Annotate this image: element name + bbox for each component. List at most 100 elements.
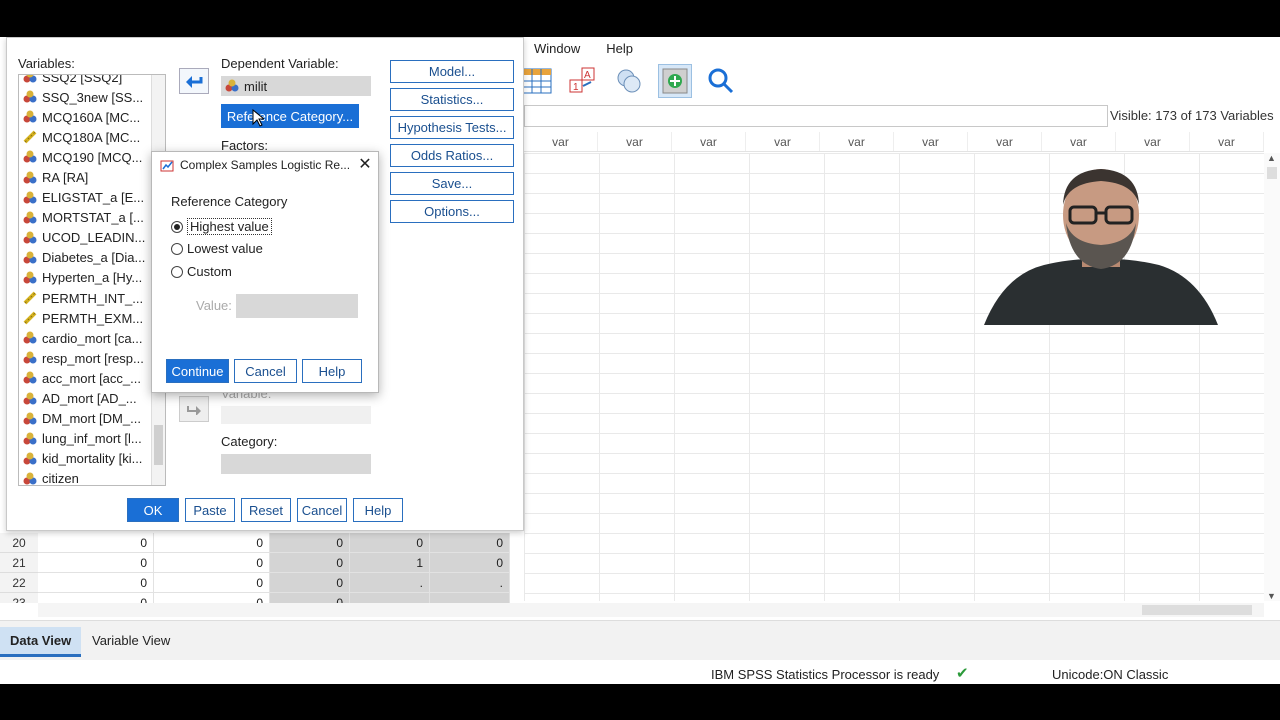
help-button[interactable]: Help — [353, 498, 403, 522]
list-item[interactable]: ELIGSTAT_a [E... — [19, 188, 165, 208]
list-item[interactable]: UCOD_LEADIN... — [19, 228, 165, 248]
scroll-down-icon[interactable]: ▼ — [1267, 591, 1276, 601]
list-item[interactable]: Hyperten_a [Hy... — [19, 268, 165, 288]
cell[interactable]: 0 — [38, 533, 154, 553]
column-header[interactable]: var — [968, 132, 1042, 151]
list-item[interactable]: resp_mort [resp... — [19, 348, 165, 368]
radio-highest[interactable] — [171, 220, 183, 233]
row-number[interactable]: 23 — [0, 593, 38, 603]
list-item[interactable]: SSQ_3new [SS... — [19, 87, 165, 107]
use-sets-icon[interactable] — [612, 64, 646, 98]
list-item[interactable]: citizen — [19, 469, 165, 485]
list-item[interactable]: RA [RA] — [19, 167, 165, 187]
list-item[interactable]: MORTSTAT_a [... — [19, 208, 165, 228]
variable-field[interactable] — [221, 406, 371, 424]
scroll-thumb[interactable] — [1142, 605, 1252, 615]
list-item[interactable]: SSQ2 [SSQ2] — [19, 75, 165, 87]
close-icon[interactable]: ✕ — [356, 154, 374, 174]
row-number[interactable]: 21 — [0, 553, 38, 573]
continue-button[interactable]: Continue — [166, 359, 229, 383]
cell[interactable] — [430, 593, 510, 603]
value-field[interactable] — [236, 294, 358, 318]
list-item[interactable]: PERMTH_EXM... — [19, 308, 165, 328]
cancel-button[interactable]: Cancel — [234, 359, 297, 383]
highest-value-option[interactable]: Highest value — [171, 218, 272, 235]
cell[interactable]: 0 — [430, 553, 510, 573]
list-item[interactable]: DM_mort [DM_... — [19, 409, 165, 429]
custom-option[interactable]: Custom — [171, 264, 232, 279]
list-item[interactable]: MCQ190 [MCQ... — [19, 147, 165, 167]
cell[interactable]: . — [350, 573, 430, 593]
column-header[interactable]: var — [820, 132, 894, 151]
reset-button[interactable]: Reset — [241, 498, 291, 522]
cell[interactable]: 0 — [38, 553, 154, 573]
scroll-thumb[interactable] — [1267, 167, 1277, 179]
paste-button[interactable]: Paste — [185, 498, 235, 522]
cell[interactable]: 0 — [154, 573, 270, 593]
cell[interactable]: 0 — [430, 533, 510, 553]
vertical-scrollbar[interactable]: ▲ ▼ — [1264, 153, 1280, 601]
table-row[interactable]: 22 0 0 0 . . — [0, 573, 512, 593]
table-row[interactable]: 21 0 0 0 1 0 — [0, 553, 512, 573]
column-header[interactable]: var — [672, 132, 746, 151]
cell[interactable]: 0 — [154, 593, 270, 603]
cell[interactable]: 0 — [270, 593, 350, 603]
radio-custom[interactable] — [171, 265, 183, 278]
list-item[interactable]: Diabetes_a [Dia... — [19, 248, 165, 268]
cell[interactable]: 0 — [154, 553, 270, 573]
cell[interactable] — [350, 593, 430, 603]
variables-list[interactable]: SSQ2 [SSQ2] SSQ_3new [SS... MCQ160A [MC...… — [18, 74, 166, 486]
menu-window[interactable]: Window — [530, 39, 584, 58]
row-number[interactable]: 20 — [0, 533, 38, 553]
cell[interactable]: 0 — [270, 553, 350, 573]
help-button[interactable]: Help — [302, 359, 362, 383]
column-header[interactable]: var — [1116, 132, 1190, 151]
category-field[interactable] — [221, 454, 371, 474]
hypothesis-tests-button[interactable]: Hypothesis Tests... — [390, 116, 514, 139]
menu-help[interactable]: Help — [602, 39, 637, 58]
table-row[interactable]: 20 0 0 0 0 0 — [0, 533, 512, 553]
cell[interactable]: . — [430, 573, 510, 593]
add-variable-icon[interactable] — [658, 64, 692, 98]
dependent-variable-field[interactable]: milit — [221, 76, 371, 96]
list-item[interactable]: lung_inf_mort [l... — [19, 429, 165, 449]
cell[interactable]: 0 — [270, 573, 350, 593]
list-item[interactable]: acc_mort [acc_... — [19, 368, 165, 388]
list-item[interactable]: kid_mortality [ki... — [19, 449, 165, 469]
variables-grid-icon[interactable] — [520, 64, 554, 98]
cell[interactable]: 0 — [270, 533, 350, 553]
list-item[interactable]: AD_mort [AD_... — [19, 389, 165, 409]
statistics-button[interactable]: Statistics... — [390, 88, 514, 111]
list-item[interactable]: PERMTH_INT_... — [19, 288, 165, 308]
table-row[interactable]: 23 0 0 0 — [0, 593, 512, 603]
lowest-value-option[interactable]: Lowest value — [171, 241, 263, 256]
cell[interactable]: 0 — [350, 533, 430, 553]
move-to-dependent-button[interactable] — [179, 68, 209, 94]
reference-category-button[interactable]: Reference Category... — [221, 104, 359, 128]
search-icon[interactable] — [704, 64, 738, 98]
row-number[interactable]: 22 — [0, 573, 38, 593]
tab-variable-view[interactable]: Variable View — [82, 627, 180, 657]
cell[interactable]: 0 — [154, 533, 270, 553]
column-header[interactable]: var — [894, 132, 968, 151]
save-button[interactable]: Save... — [390, 172, 514, 195]
value-labels-icon[interactable]: A1 — [566, 64, 600, 98]
move-to-variable-button[interactable] — [179, 396, 209, 422]
scroll-thumb[interactable] — [154, 425, 163, 465]
cell[interactable]: 0 — [38, 593, 154, 603]
odds-ratios-button[interactable]: Odds Ratios... — [390, 144, 514, 167]
cancel-button[interactable]: Cancel — [297, 498, 347, 522]
options-button[interactable]: Options... — [390, 200, 514, 223]
column-header[interactable]: var — [524, 132, 598, 151]
list-item[interactable]: MCQ160A [MC... — [19, 107, 165, 127]
column-header[interactable]: var — [1190, 132, 1264, 151]
model-button[interactable]: Model... — [390, 60, 514, 83]
cell[interactable]: 0 — [38, 573, 154, 593]
tab-data-view[interactable]: Data View — [0, 627, 82, 657]
radio-lowest[interactable] — [171, 242, 183, 255]
ok-button[interactable]: OK — [127, 498, 179, 522]
column-header[interactable]: var — [746, 132, 820, 151]
column-header[interactable]: var — [598, 132, 672, 151]
column-header[interactable]: var — [1042, 132, 1116, 151]
list-item[interactable]: cardio_mort [ca... — [19, 328, 165, 348]
